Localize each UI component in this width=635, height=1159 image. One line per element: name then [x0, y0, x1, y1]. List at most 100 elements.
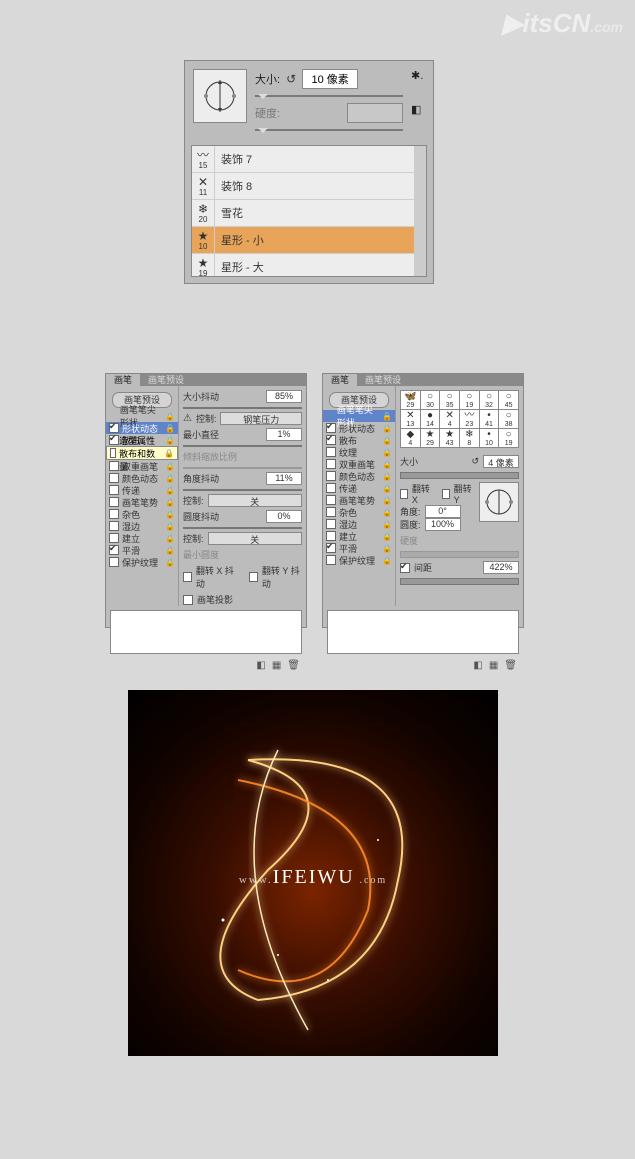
brush-option[interactable]: 杂色🔒 [323, 506, 395, 518]
brush-option[interactable]: 造型属性散布和数量🔒 [106, 446, 178, 460]
lock-icon[interactable]: 🔒 [382, 460, 392, 469]
lock-icon[interactable]: 🔒 [382, 508, 392, 517]
brush-row[interactable]: ★10星形 - 小 [192, 227, 426, 254]
brush-tip-cell[interactable]: 🦋29 [401, 391, 420, 409]
checkbox[interactable] [109, 485, 119, 495]
checkbox[interactable] [326, 459, 336, 469]
lock-icon[interactable]: 🔒 [165, 510, 175, 519]
tab-presets[interactable]: 画笔预设 [357, 374, 409, 386]
angle-dial[interactable] [479, 482, 519, 522]
checkbox[interactable] [109, 509, 119, 519]
brush-row[interactable]: 〰15装饰 7 [192, 146, 426, 173]
lock-icon[interactable]: 🔒 [382, 448, 392, 457]
trash-icon[interactable]: 🗑 [504, 660, 517, 671]
brush-tip-cell[interactable]: ○38 [499, 410, 518, 428]
brush-option[interactable]: 画笔笔尖形状🔒 [106, 410, 178, 422]
lock-icon[interactable]: 🔒 [165, 534, 175, 543]
checkbox[interactable] [326, 447, 336, 457]
checkbox[interactable] [110, 448, 116, 458]
brush-option[interactable]: 颜色动态🔒 [323, 470, 395, 482]
reset-icon[interactable]: ↺ [471, 456, 479, 467]
brush-tip-cell[interactable]: •41 [480, 410, 499, 428]
lock-icon[interactable]: 🔒 [165, 522, 175, 531]
checkbox[interactable] [109, 461, 119, 471]
brush-option[interactable]: 画笔笔尖形状🔒 [323, 410, 395, 422]
lock-icon[interactable]: 🔒 [382, 472, 392, 481]
brush-size-input[interactable] [302, 69, 358, 89]
checkbox[interactable] [326, 483, 336, 493]
checkbox[interactable] [326, 543, 336, 553]
checkbox[interactable] [326, 531, 336, 541]
trash-icon[interactable]: 🗑 [287, 660, 300, 671]
brush-row[interactable]: ❄20雪花 [192, 200, 426, 227]
lock-icon[interactable]: 🔒 [165, 558, 175, 567]
brush-option[interactable]: 双重画笔🔒 [323, 458, 395, 470]
lock-icon[interactable]: 🔒 [382, 436, 392, 445]
checkbox[interactable] [109, 423, 119, 433]
checkbox[interactable] [109, 557, 119, 567]
brush-option[interactable]: 平滑🔒 [323, 542, 395, 554]
checkbox[interactable] [326, 435, 336, 445]
tab-brush[interactable]: 画笔 [323, 374, 357, 386]
brush-tip-cell[interactable]: ●14 [421, 410, 440, 428]
brush-option[interactable]: 双重画笔🔒 [106, 460, 178, 472]
checkbox[interactable] [109, 533, 119, 543]
checkbox[interactable] [326, 555, 336, 565]
brush-tip-cell[interactable]: ○32 [480, 391, 499, 409]
lock-icon[interactable]: 🔒 [382, 520, 392, 529]
brush-option[interactable]: 保护纹理🔒 [106, 556, 178, 568]
lock-icon[interactable]: 🔒 [165, 486, 175, 495]
checkbox[interactable] [109, 435, 119, 445]
brush-option[interactable]: 画笔笔势🔒 [323, 494, 395, 506]
lock-icon[interactable]: 🔒 [382, 484, 392, 493]
checkbox[interactable] [109, 473, 119, 483]
checkbox[interactable] [326, 423, 336, 433]
brush-option[interactable]: 画笔笔势🔒 [106, 496, 178, 508]
brush-row[interactable]: ✕11装饰 8 [192, 173, 426, 200]
brush-tip-cell[interactable]: ○35 [440, 391, 459, 409]
checkbox[interactable] [109, 521, 119, 531]
brush-tip-cell[interactable]: ★29 [421, 429, 440, 447]
lock-icon[interactable]: 🔒 [165, 436, 175, 445]
new-icon[interactable]: ▦ [489, 660, 498, 671]
lock-icon[interactable]: 🔒 [164, 449, 174, 458]
lock-icon[interactable]: 🔒 [382, 424, 392, 433]
scrollbar[interactable] [414, 146, 426, 276]
brush-tip-cell[interactable]: ○30 [421, 391, 440, 409]
size-slider[interactable] [255, 95, 403, 97]
checkbox[interactable] [109, 497, 119, 507]
reset-size-icon[interactable]: ↺ [286, 72, 296, 86]
brush-tip-cell[interactable]: ✕13 [401, 410, 420, 428]
brush-option[interactable]: 保护纹理🔒 [323, 554, 395, 566]
new-icon[interactable]: ▦ [272, 660, 281, 671]
lock-icon[interactable]: 🔒 [165, 474, 175, 483]
checkbox[interactable] [109, 545, 119, 555]
gear-icon[interactable]: ✱. [411, 69, 425, 83]
lock-icon[interactable]: 🔒 [165, 462, 175, 471]
new-preset-icon[interactable]: ◧ [411, 103, 425, 117]
lock-icon[interactable]: 🔒 [382, 532, 392, 541]
lock-icon[interactable]: 🔒 [382, 412, 392, 421]
brush-tip-cell[interactable]: 〰23 [460, 410, 479, 428]
lock-icon[interactable]: 🔒 [382, 556, 392, 565]
brush-tip-grid[interactable]: 🦋29○30○35○19○32○45✕13●14✕4〰23•41○38◆4★29… [400, 390, 519, 448]
brush-option[interactable]: 纹理🔒 [323, 446, 395, 458]
tab-brush[interactable]: 画笔 [106, 374, 140, 386]
brush-option[interactable]: 颜色动态🔒 [106, 472, 178, 484]
hardness-slider[interactable] [255, 129, 403, 131]
brush-tip-cell[interactable]: ○19 [499, 429, 518, 447]
brush-option[interactable]: 形状动态🔒 [323, 422, 395, 434]
checkbox[interactable] [326, 471, 336, 481]
brush-tip-cell[interactable]: •10 [480, 429, 499, 447]
lock-icon[interactable]: 🔒 [382, 496, 392, 505]
toggle-icon[interactable]: ◧ [473, 660, 482, 671]
lock-icon[interactable]: 🔒 [382, 544, 392, 553]
brush-option[interactable]: 湿边🔒 [323, 518, 395, 530]
brush-option[interactable]: 形状动态🔒 [106, 422, 178, 434]
brush-option[interactable]: 杂色🔒 [106, 508, 178, 520]
checkbox[interactable] [326, 507, 336, 517]
brush-option[interactable]: 平滑🔒 [106, 544, 178, 556]
brush-tip-cell[interactable]: ○19 [460, 391, 479, 409]
lock-icon[interactable]: 🔒 [165, 546, 175, 555]
brush-option[interactable]: 传递🔒 [106, 484, 178, 496]
